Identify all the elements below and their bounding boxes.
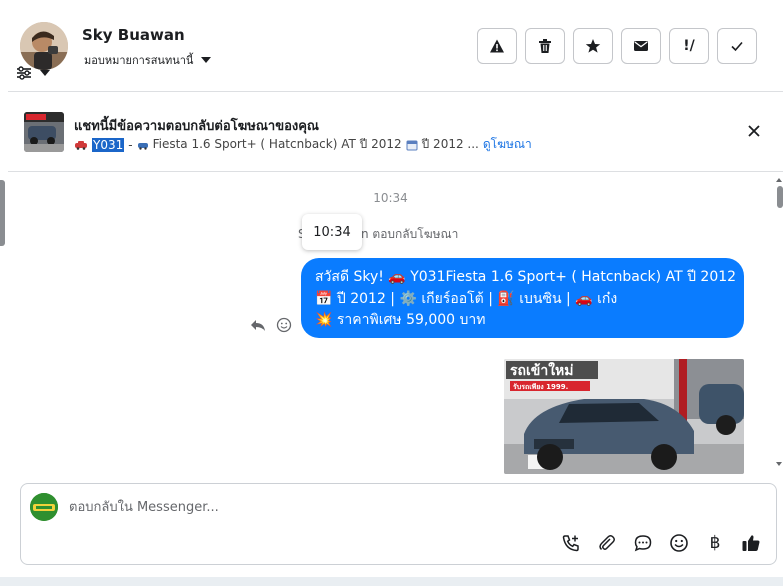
banner-title: แชทนี้มีข้อความตอบกลับต่อโฆษณาของคุณ (74, 119, 319, 134)
report-button[interactable] (477, 28, 517, 64)
message-image[interactable]: รถเข้าใหม่ รับรถเพียง 1999. (504, 359, 744, 474)
mail-icon (634, 41, 648, 51)
bottom-strip (0, 577, 783, 586)
separator: - (128, 137, 133, 152)
like-button[interactable] (740, 532, 762, 554)
check-icon (731, 41, 743, 52)
attachment-icon (599, 535, 615, 551)
message-thread: 10:34 San ตอบกลับโฆษณา 10:34 สวัสดี Sky!… (8, 172, 773, 474)
ad-details: Fiesta 1.6 Sport+ ( Hatcnback) AT ปี 201… (152, 137, 402, 151)
mark-unread-button[interactable] (621, 28, 661, 64)
emoji-icon (670, 534, 688, 552)
emoji-button[interactable] (668, 532, 690, 554)
report-icon (490, 39, 504, 53)
message-timestamp: 10:34 (373, 191, 408, 205)
calendar-icon (406, 140, 418, 150)
delete-button[interactable] (525, 28, 565, 64)
message-line: สวัสดี Sky! 🚗 Y031Fiesta 1.6 Sport+ ( Ha… (315, 269, 737, 285)
car-icon (75, 140, 87, 150)
assign-conversation-dropdown[interactable]: มอบหมายการสนทนานี้ (84, 51, 212, 69)
call-add-icon (562, 535, 579, 552)
message-input[interactable] (69, 496, 749, 518)
close-banner-button[interactable] (745, 122, 763, 140)
chevron-down-icon (40, 70, 50, 76)
ad-reply-banner: แชทนี้มีข้อความตอบกลับต่อโฆษณาของคุณ Y03… (8, 92, 783, 172)
ad-details-more: ปี 2012 ... (421, 137, 479, 151)
attach-button[interactable] (596, 532, 618, 554)
star-button[interactable] (573, 28, 613, 64)
payment-button[interactable]: ฿ (704, 532, 726, 554)
conversation-actions: !/ (477, 28, 757, 64)
message-line: 💥 ราคาพิเศษ 59,000 บาท (315, 312, 486, 328)
user-name: Sky Buawan (82, 26, 185, 44)
car-icon (137, 142, 148, 150)
image-banner-text: รถเข้าใหม่ (510, 361, 574, 379)
baht-icon: ฿ (709, 533, 721, 553)
message-composer: ฿ (20, 483, 777, 565)
follow-up-button[interactable]: !/ (669, 28, 709, 64)
thumbs-up-icon (742, 535, 760, 551)
assign-label: มอบหมายการสนทนานี้ (84, 54, 194, 67)
scroll-thumb[interactable] (777, 186, 783, 208)
saved-replies-button[interactable] (632, 532, 654, 554)
page-avatar (30, 493, 58, 521)
chevron-down-icon (201, 57, 212, 63)
close-icon (748, 125, 760, 137)
star-icon (585, 39, 601, 53)
mark-done-button[interactable] (717, 28, 757, 64)
thread-scrollbar[interactable] (775, 176, 783, 468)
follow-up-icon: !/ (683, 38, 695, 54)
avatar[interactable] (20, 22, 68, 70)
conversation-header: Sky Buawan มอบหมายการสนทนานี้ !/ (8, 0, 783, 92)
reply-icon[interactable] (250, 317, 266, 333)
left-scroll-handle[interactable] (0, 180, 5, 246)
ad-thumbnail[interactable] (24, 112, 64, 152)
banner-details: Y031 - Fiesta 1.6 Sport+ ( Hatcnback) AT… (74, 135, 532, 154)
trash-icon (539, 39, 551, 53)
view-ad-link[interactable]: ดูโฆษณา (483, 135, 532, 154)
filter-button[interactable] (16, 66, 50, 80)
ad-code: Y031 (92, 137, 125, 152)
sliders-icon (17, 66, 31, 80)
image-banner-sub: รับรถเพียง 1999. (513, 383, 568, 391)
emoji-reaction-icon[interactable] (276, 317, 292, 333)
message-line: 📅 ปี 2012 | ⚙️ เกียร์ออโต้ | ⛽ เบนซิน | … (315, 290, 618, 307)
ad-reply-note-end: an ตอบกลับโฆษณา (353, 227, 459, 241)
message-actions (250, 317, 292, 333)
message-bubble[interactable]: สวัสดี Sky! 🚗 Y031Fiesta 1.6 Sport+ ( Ha… (301, 258, 744, 338)
composer-tools: ฿ (560, 532, 762, 554)
saved-reply-icon (634, 535, 652, 552)
time-tooltip: 10:34 (302, 214, 362, 250)
call-button[interactable] (560, 532, 582, 554)
